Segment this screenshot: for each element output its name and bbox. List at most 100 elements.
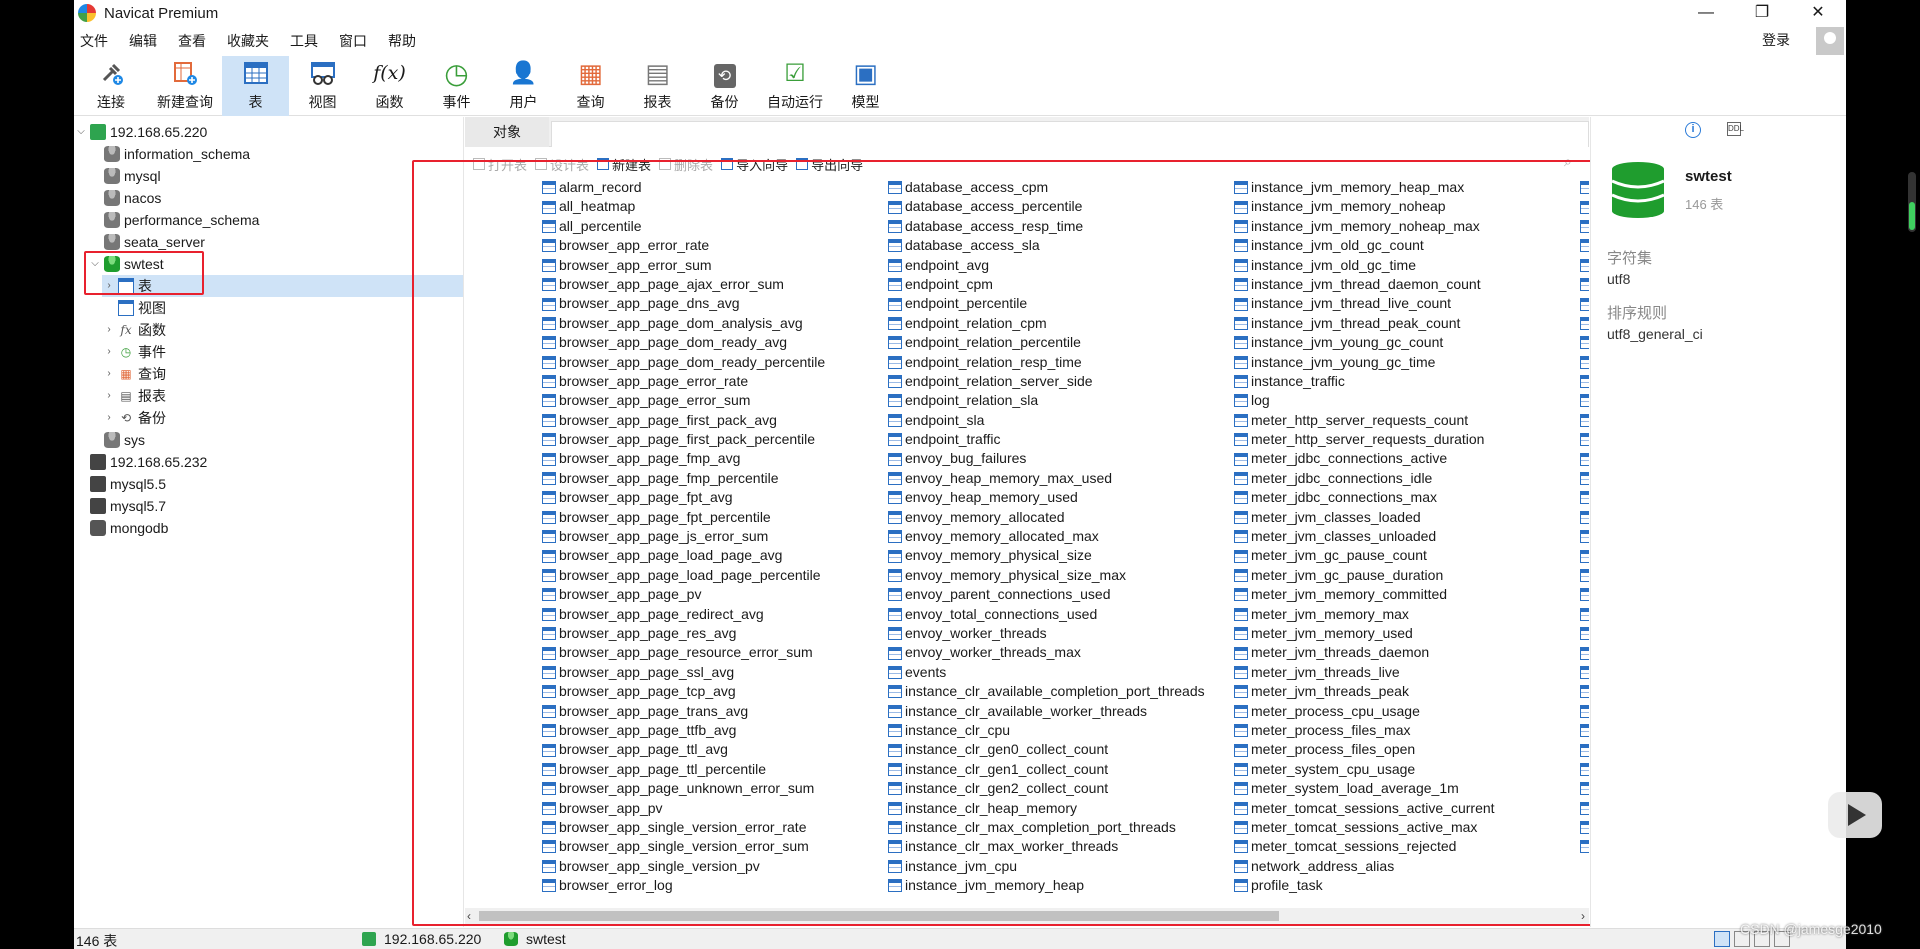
- watermark: CSDN @jamesge2010: [1740, 921, 1882, 937]
- toolbar-user-button[interactable]: 👤 用户: [490, 56, 557, 116]
- avatar[interactable]: [1816, 27, 1844, 55]
- toolbar-backup-button[interactable]: ⟲ 备份: [691, 56, 758, 116]
- navicat-logo-icon: [78, 4, 96, 22]
- play-icon[interactable]: [1828, 792, 1882, 838]
- tree-events[interactable]: › ◷ 事件: [102, 341, 166, 363]
- grid-view-icon[interactable]: [1714, 931, 1730, 947]
- collation-value: utf8_general_ci: [1607, 326, 1703, 342]
- tree-connection-220[interactable]: ⌵ 192.168.65.220: [74, 121, 207, 143]
- tree-label: 192.168.65.232: [110, 454, 208, 470]
- toolbar-model-label: 模型: [851, 94, 880, 110]
- toolbar-function-button[interactable]: f(x) 函数: [356, 56, 423, 116]
- tree-reports[interactable]: › ▤ 报表: [102, 385, 166, 407]
- tree-label: 备份: [138, 410, 166, 426]
- tree-connection-232[interactable]: 192.168.65.232: [88, 451, 207, 473]
- expand-arrow-icon[interactable]: ›: [102, 341, 116, 363]
- tree-label: mysql: [124, 168, 161, 184]
- tree-db-nacos[interactable]: nacos: [102, 187, 161, 209]
- database-icon: [104, 432, 120, 448]
- toolbar-view-button[interactable]: 视图: [289, 56, 356, 116]
- toolbar-event-button[interactable]: ◷ 事件: [423, 56, 490, 116]
- window-controls: — ❐ ✕: [1678, 0, 1846, 26]
- model-icon: ▣: [853, 57, 878, 88]
- plug-icon: [96, 58, 126, 88]
- status-database: swtest: [526, 931, 566, 947]
- menu-window[interactable]: 窗口: [333, 31, 382, 51]
- tree-db-information-schema[interactable]: information_schema: [102, 143, 250, 165]
- toolbar-user-label: 用户: [509, 94, 538, 110]
- tree-label: sys: [124, 432, 145, 448]
- tree-connection-mysql55[interactable]: mysql5.5: [88, 473, 166, 495]
- tree-connection-mongodb[interactable]: mongodb: [88, 517, 168, 539]
- login-link[interactable]: 登录: [1762, 30, 1790, 50]
- tree-db-mysql[interactable]: mysql: [102, 165, 161, 187]
- highlight-box-objects: [412, 160, 1596, 926]
- menu-help[interactable]: 帮助: [382, 31, 431, 51]
- connection-icon: [90, 454, 106, 470]
- tree-backups[interactable]: › ⟲ 备份: [102, 407, 166, 429]
- window-title: Navicat Premium: [104, 4, 219, 22]
- tree-db-sys[interactable]: sys: [102, 429, 145, 451]
- tree-label: 报表: [138, 388, 166, 404]
- toolbar-autorun-label: 自动运行: [767, 94, 823, 110]
- highlight-box-tree: [84, 251, 204, 295]
- restore-button[interactable]: ❐: [1734, 0, 1790, 26]
- report-icon: ▤: [120, 389, 132, 403]
- connection-icon: [90, 498, 106, 514]
- info-panel: i DDL swtest 146 表 字符集 utf8 排序规则 utf8_ge…: [1590, 117, 1846, 927]
- collapse-arrow-icon[interactable]: ⌵: [74, 121, 88, 143]
- menu-file[interactable]: 文件: [74, 31, 123, 51]
- tree-db-seata-server[interactable]: seata_server: [102, 231, 205, 253]
- expand-arrow-icon[interactable]: ›: [102, 319, 116, 341]
- tree-connection-mysql57[interactable]: mysql5.7: [88, 495, 166, 517]
- tab-objects[interactable]: 对象: [465, 117, 549, 147]
- close-button[interactable]: ✕: [1790, 0, 1846, 26]
- info-icon[interactable]: i: [1685, 122, 1701, 138]
- menu-favorites[interactable]: 收藏夹: [221, 31, 284, 51]
- menu-tools[interactable]: 工具: [284, 31, 333, 51]
- tab-bar: 对象: [465, 117, 1589, 147]
- tree-label: 192.168.65.220: [110, 124, 208, 140]
- connect-button[interactable]: 连接: [74, 56, 148, 116]
- tree-views[interactable]: 视图: [116, 297, 166, 319]
- autorun-icon: ☑: [784, 59, 806, 87]
- expand-arrow-icon[interactable]: ›: [102, 385, 116, 407]
- collation-label: 排序规则: [1607, 305, 1668, 322]
- database-icon: [104, 212, 120, 228]
- toolbar-report-button[interactable]: ▤ 报表: [624, 56, 691, 116]
- menu-edit[interactable]: 编辑: [123, 31, 172, 51]
- database-icon: [104, 168, 120, 184]
- toolbar-autorun-button[interactable]: ☑ 自动运行: [758, 56, 832, 116]
- toolbar-table-button[interactable]: 表: [222, 56, 289, 116]
- expand-arrow-icon[interactable]: ›: [102, 407, 116, 429]
- charset-label: 字符集: [1607, 250, 1653, 267]
- tree-label: 事件: [138, 344, 166, 360]
- query-icon: ▦: [578, 57, 603, 88]
- database-icon: [104, 234, 120, 250]
- minimize-button[interactable]: —: [1678, 0, 1734, 26]
- tree-label: 视图: [138, 300, 166, 316]
- toolbar-model-button[interactable]: ▣ 模型: [832, 56, 899, 116]
- connection-tree: ⌵ 192.168.65.220 information_schema mysq…: [74, 117, 464, 927]
- clock-icon: ◷: [444, 57, 469, 89]
- expand-arrow-icon[interactable]: ›: [102, 363, 116, 385]
- toolbar-query-button[interactable]: ▦ 查询: [557, 56, 624, 116]
- tree-functions[interactable]: › fx 函数: [102, 319, 166, 341]
- toolbar-query-label: 查询: [576, 94, 605, 110]
- database-icon: [104, 190, 120, 206]
- volume-indicator: [1908, 172, 1916, 232]
- menu-view[interactable]: 查看: [172, 31, 221, 51]
- toolbar-view-label: 视图: [308, 94, 337, 110]
- title-bar: Navicat Premium — ❐ ✕: [74, 0, 1846, 26]
- tree-label: information_schema: [124, 146, 251, 162]
- tree-label: 函数: [138, 322, 166, 338]
- new-query-icon: [170, 58, 200, 88]
- ddl-icon[interactable]: DDL: [1727, 122, 1744, 136]
- report-icon: ▤: [645, 57, 670, 88]
- info-db-name: swtest: [1685, 168, 1732, 185]
- charset-value: utf8: [1607, 271, 1631, 287]
- function-icon: fx: [120, 323, 132, 337]
- new-query-button[interactable]: 新建查询: [148, 56, 222, 116]
- tree-queries[interactable]: › ▦ 查询: [102, 363, 166, 385]
- tree-db-performance-schema[interactable]: performance_schema: [102, 209, 259, 231]
